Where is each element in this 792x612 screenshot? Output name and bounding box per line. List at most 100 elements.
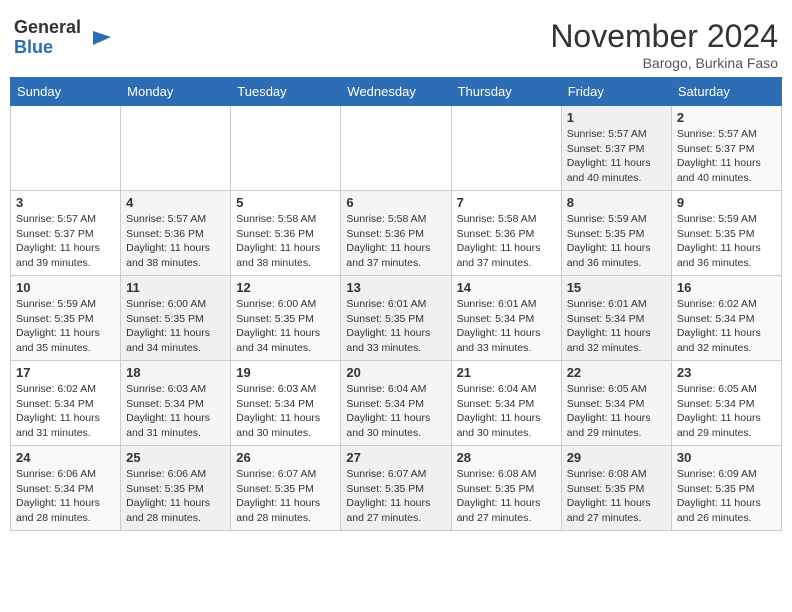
- day-number: 18: [126, 365, 225, 380]
- day-cell: 15Sunrise: 6:01 AM Sunset: 5:34 PM Dayli…: [561, 276, 671, 361]
- day-cell: 25 Sunrise: 6:06 AM Sunset: 5:35 PM Dayli…: [121, 446, 231, 531]
- day-cell: 3 Sunrise: 5:57 AM Sunset: 5:37 PM Daylig…: [11, 191, 121, 276]
- logo: General Blue: [14, 18, 113, 58]
- day-number: 16: [677, 280, 776, 295]
- logo-general-text: General: [14, 17, 81, 37]
- day-info: Sunrise: 5:57 AM Sunset: 5:37 PM Dayligh…: [16, 212, 115, 271]
- day-cell: 5 Sunrise: 5:58 AM Sunset: 5:36 PM Daylig…: [231, 191, 341, 276]
- day-number: 21: [457, 365, 556, 380]
- day-info: Sunrise: 5:57 AM Sunset: 5:37 PM Dayligh…: [567, 127, 666, 186]
- day-info: Sunrise: 6:01 AM Sunset: 5:34 PM Dayligh…: [457, 297, 556, 356]
- day-cell: [231, 106, 341, 191]
- day-info: Sunrise: 6:09 AM Sunset: 5:35 PM Dayligh…: [677, 467, 776, 526]
- day-number: 15: [567, 280, 666, 295]
- day-info: Sunrise: 6:08 AM Sunset: 5:35 PM Dayligh…: [457, 467, 556, 526]
- week-row-1: 1Sunrise: 5:57 AM Sunset: 5:37 PM Daylig…: [11, 106, 782, 191]
- month-title: November 2024: [550, 18, 778, 55]
- day-number: 20: [346, 365, 445, 380]
- day-cell: 9 Sunrise: 5:59 AM Sunset: 5:35 PM Daylig…: [671, 191, 781, 276]
- day-cell: 7Sunrise: 5:58 AM Sunset: 5:36 PM Daylig…: [451, 191, 561, 276]
- day-number: 8: [567, 195, 666, 210]
- day-cell: 22 Sunrise: 6:05 AM Sunset: 5:34 PM Dayli…: [561, 361, 671, 446]
- day-cell: 19 Sunrise: 6:03 AM Sunset: 5:34 PM Dayli…: [231, 361, 341, 446]
- weekday-header-thursday: Thursday: [451, 78, 561, 106]
- day-info: Sunrise: 6:00 AM Sunset: 5:35 PM Dayligh…: [236, 297, 335, 356]
- day-cell: 2Sunrise: 5:57 AM Sunset: 5:37 PM Daylig…: [671, 106, 781, 191]
- day-number: 12: [236, 280, 335, 295]
- day-number: 25: [126, 450, 225, 465]
- week-row-3: 10 Sunrise: 5:59 AM Sunset: 5:35 PM Dayli…: [11, 276, 782, 361]
- day-info: Sunrise: 6:00 AM Sunset: 5:35 PM Dayligh…: [126, 297, 225, 356]
- day-cell: 26 Sunrise: 6:07 AM Sunset: 5:35 PM Dayli…: [231, 446, 341, 531]
- day-info: Sunrise: 6:04 AM Sunset: 5:34 PM Dayligh…: [346, 382, 445, 441]
- day-number: 14: [457, 280, 556, 295]
- day-info: Sunrise: 6:01 AM Sunset: 5:35 PM Dayligh…: [346, 297, 445, 356]
- day-cell: 17 Sunrise: 6:02 AM Sunset: 5:34 PM Dayli…: [11, 361, 121, 446]
- day-info: Sunrise: 5:59 AM Sunset: 5:35 PM Dayligh…: [567, 212, 666, 271]
- day-cell: 21Sunrise: 6:04 AM Sunset: 5:34 PM Dayli…: [451, 361, 561, 446]
- page-header: General Blue November 2024 Barogo, Burki…: [10, 10, 782, 77]
- day-info: Sunrise: 6:05 AM Sunset: 5:34 PM Dayligh…: [567, 382, 666, 441]
- logo-icon: [83, 23, 113, 53]
- day-cell: 8 Sunrise: 5:59 AM Sunset: 5:35 PM Daylig…: [561, 191, 671, 276]
- day-number: 30: [677, 450, 776, 465]
- day-info: Sunrise: 6:03 AM Sunset: 5:34 PM Dayligh…: [126, 382, 225, 441]
- day-cell: [341, 106, 451, 191]
- day-info: Sunrise: 5:59 AM Sunset: 5:35 PM Dayligh…: [16, 297, 115, 356]
- day-info: Sunrise: 6:03 AM Sunset: 5:34 PM Dayligh…: [236, 382, 335, 441]
- location: Barogo, Burkina Faso: [550, 55, 778, 71]
- weekday-header-saturday: Saturday: [671, 78, 781, 106]
- day-info: Sunrise: 6:08 AM Sunset: 5:35 PM Dayligh…: [567, 467, 666, 526]
- day-info: Sunrise: 5:57 AM Sunset: 5:37 PM Dayligh…: [677, 127, 776, 186]
- day-cell: 12 Sunrise: 6:00 AM Sunset: 5:35 PM Dayli…: [231, 276, 341, 361]
- weekday-header-friday: Friday: [561, 78, 671, 106]
- day-info: Sunrise: 6:07 AM Sunset: 5:35 PM Dayligh…: [236, 467, 335, 526]
- title-block: November 2024 Barogo, Burkina Faso: [550, 18, 778, 71]
- day-info: Sunrise: 6:02 AM Sunset: 5:34 PM Dayligh…: [16, 382, 115, 441]
- day-number: 28: [457, 450, 556, 465]
- day-number: 13: [346, 280, 445, 295]
- week-row-2: 3 Sunrise: 5:57 AM Sunset: 5:37 PM Daylig…: [11, 191, 782, 276]
- day-info: Sunrise: 6:06 AM Sunset: 5:34 PM Dayligh…: [16, 467, 115, 526]
- day-number: 22: [567, 365, 666, 380]
- day-number: 3: [16, 195, 115, 210]
- day-info: Sunrise: 5:58 AM Sunset: 5:36 PM Dayligh…: [236, 212, 335, 271]
- day-cell: 1Sunrise: 5:57 AM Sunset: 5:37 PM Daylig…: [561, 106, 671, 191]
- weekday-header-tuesday: Tuesday: [231, 78, 341, 106]
- day-number: 29: [567, 450, 666, 465]
- day-cell: 6Sunrise: 5:58 AM Sunset: 5:36 PM Daylig…: [341, 191, 451, 276]
- day-cell: [451, 106, 561, 191]
- weekday-header-wednesday: Wednesday: [341, 78, 451, 106]
- week-row-4: 17 Sunrise: 6:02 AM Sunset: 5:34 PM Dayli…: [11, 361, 782, 446]
- logo-blue-text: Blue: [14, 37, 53, 57]
- day-number: 19: [236, 365, 335, 380]
- day-cell: 30 Sunrise: 6:09 AM Sunset: 5:35 PM Dayli…: [671, 446, 781, 531]
- day-cell: [121, 106, 231, 191]
- day-cell: 27 Sunrise: 6:07 AM Sunset: 5:35 PM Dayli…: [341, 446, 451, 531]
- day-number: 17: [16, 365, 115, 380]
- day-cell: [11, 106, 121, 191]
- day-number: 10: [16, 280, 115, 295]
- day-cell: 11 Sunrise: 6:00 AM Sunset: 5:35 PM Dayli…: [121, 276, 231, 361]
- day-info: Sunrise: 6:07 AM Sunset: 5:35 PM Dayligh…: [346, 467, 445, 526]
- day-number: 27: [346, 450, 445, 465]
- day-number: 26: [236, 450, 335, 465]
- day-number: 6: [346, 195, 445, 210]
- day-number: 9: [677, 195, 776, 210]
- day-number: 4: [126, 195, 225, 210]
- day-info: Sunrise: 5:59 AM Sunset: 5:35 PM Dayligh…: [677, 212, 776, 271]
- day-number: 5: [236, 195, 335, 210]
- day-number: 23: [677, 365, 776, 380]
- weekday-header-row: SundayMondayTuesdayWednesdayThursdayFrid…: [11, 78, 782, 106]
- day-info: Sunrise: 5:58 AM Sunset: 5:36 PM Dayligh…: [457, 212, 556, 271]
- day-cell: 4 Sunrise: 5:57 AM Sunset: 5:36 PM Daylig…: [121, 191, 231, 276]
- day-number: 11: [126, 280, 225, 295]
- day-cell: 13 Sunrise: 6:01 AM Sunset: 5:35 PM Dayli…: [341, 276, 451, 361]
- day-info: Sunrise: 6:02 AM Sunset: 5:34 PM Dayligh…: [677, 297, 776, 356]
- day-info: Sunrise: 6:05 AM Sunset: 5:34 PM Dayligh…: [677, 382, 776, 441]
- day-info: Sunrise: 5:57 AM Sunset: 5:36 PM Dayligh…: [126, 212, 225, 271]
- day-cell: 16 Sunrise: 6:02 AM Sunset: 5:34 PM Dayli…: [671, 276, 781, 361]
- day-info: Sunrise: 6:06 AM Sunset: 5:35 PM Dayligh…: [126, 467, 225, 526]
- day-cell: 28 Sunrise: 6:08 AM Sunset: 5:35 PM Dayli…: [451, 446, 561, 531]
- day-cell: 24Sunrise: 6:06 AM Sunset: 5:34 PM Dayli…: [11, 446, 121, 531]
